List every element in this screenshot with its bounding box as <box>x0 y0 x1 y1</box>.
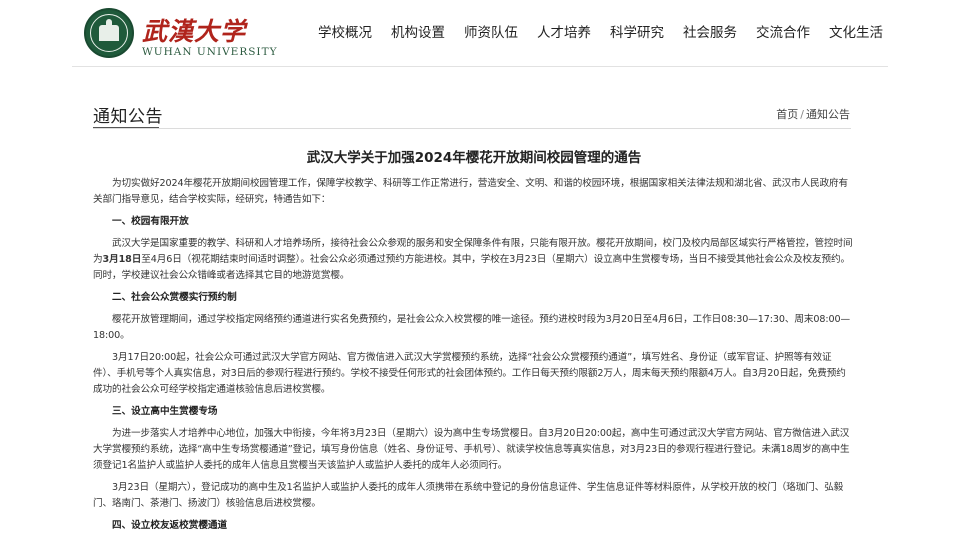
paragraph-high-school: 为进一步落实人才培养中心地位，加强大中衔接，今年将3月23日（星期六）设为高中生… <box>93 428 850 471</box>
article-title: 武汉大学关于加强2024年樱花开放期间校园管理的通告 <box>306 150 642 166</box>
section-title: 通知公告 <box>93 107 163 127</box>
breadcrumb-separator: / <box>800 108 804 121</box>
nav-item-overview[interactable]: 学校概况 <box>318 23 372 45</box>
paragraph-open-campus-text-b: 至4月6日（视花期结束时间适时调整）。社会公众必须通过预约方能进校。其中，学校在… <box>93 254 850 281</box>
heading-high-school: 三、设立高中生赏樱专场 <box>112 406 218 417</box>
paragraph-open-campus-date: 3月18日 <box>102 254 142 265</box>
logo-english-name: WUHAN UNIVERSITY <box>142 46 278 58</box>
heading-reservation: 二、社会公众赏樱实行预约制 <box>112 292 237 303</box>
university-logo[interactable]: 武漢大学 WUHAN UNIVERSITY <box>84 8 277 58</box>
site-header: 武漢大学 WUHAN UNIVERSITY 学校概况 机构设置 师资队伍 人才培… <box>0 0 960 65</box>
nav-item-research[interactable]: 科学研究 <box>610 23 664 45</box>
nav-item-cooperation[interactable]: 交流合作 <box>756 23 810 45</box>
logo-chinese-name: 武漢大学 <box>142 17 247 46</box>
article-intro: 为切实做好2024年樱花开放期间校园管理工作，保障学校教学、科研等工作正常进行，… <box>93 178 849 205</box>
university-seal-icon <box>84 8 134 58</box>
paragraph-reservation: 樱花开放管理期间，通过学校指定网络预约通道进行实名免费预约，是社会公众入校赏樱的… <box>93 314 851 341</box>
article: 武汉大学关于加强2024年樱花开放期间校园管理的通告 为切实做好2024年樱花开… <box>93 140 855 540</box>
paragraph-high-school-entry: 3月23日（星期六），登记成功的高中生及1名监护人或监护人委托的成年人须携带在系… <box>93 482 844 509</box>
main-nav: 学校概况 机构设置 师资队伍 人才培养 科学研究 社会服务 交流合作 文化生活 <box>318 23 883 45</box>
nav-item-faculty[interactable]: 师资队伍 <box>464 23 518 45</box>
header-divider <box>72 66 888 67</box>
nav-item-institutions[interactable]: 机构设置 <box>391 23 445 45</box>
nav-item-social-service[interactable]: 社会服务 <box>683 23 737 45</box>
title-divider <box>93 128 851 129</box>
breadcrumb: 首页 / 通知公告 <box>776 106 850 122</box>
breadcrumb-current-link[interactable]: 通知公告 <box>806 108 850 121</box>
heading-open-campus: 一、校园有限开放 <box>112 216 189 227</box>
nav-item-education[interactable]: 人才培养 <box>537 23 591 45</box>
heading-alumni: 四、设立校友返校赏樱通道 <box>112 520 228 531</box>
paragraph-reservation-details: 3月17日20:00起，社会公众可通过武汉大学官方网站、官方微信进入武汉大学赏樱… <box>93 352 846 395</box>
paragraph-open-campus: 武汉大学是国家重要的教学、科研和人才培养场所，接待社会公众参观的服务和安全保障条… <box>93 236 855 284</box>
nav-item-culture[interactable]: 文化生活 <box>829 23 883 45</box>
breadcrumb-home-link[interactable]: 首页 <box>776 108 798 121</box>
